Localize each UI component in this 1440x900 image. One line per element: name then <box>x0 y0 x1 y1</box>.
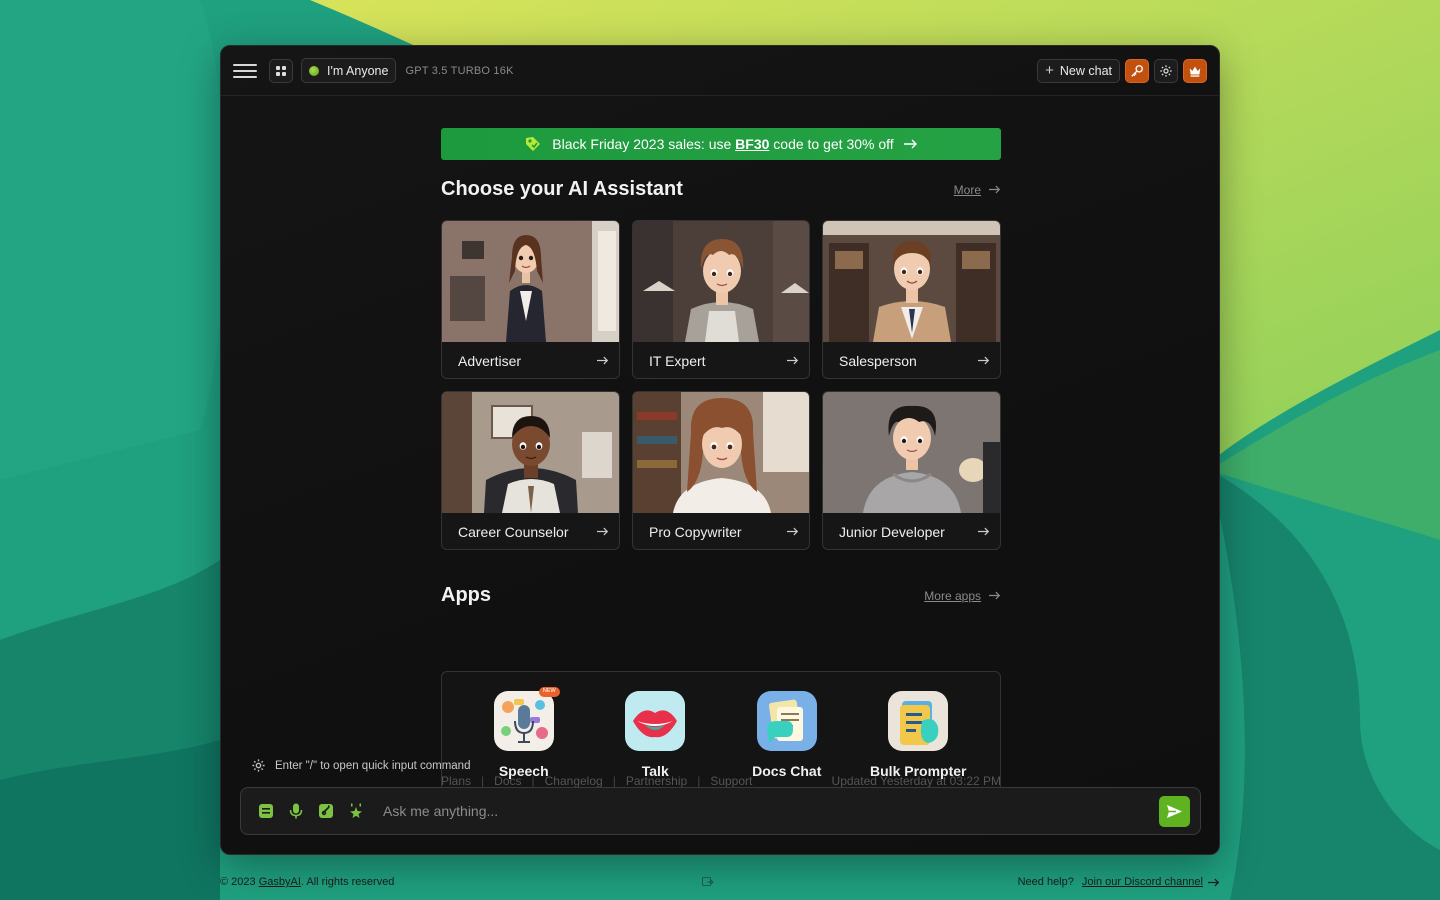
card-label: Junior Developer <box>839 523 945 540</box>
top-bar: I'm Anyone GPT 3.5 TURBO 16K + New chat <box>221 46 1219 96</box>
arrow-right-icon <box>989 591 1001 600</box>
talk-app-icon <box>625 691 686 751</box>
footer-link-partnership[interactable]: Partnership <box>626 774 687 788</box>
attach-icon[interactable] <box>317 802 335 820</box>
settings-button[interactable] <box>1154 58 1178 83</box>
assistants-header: Choose your AI Assistant More <box>441 178 1001 201</box>
send-button[interactable] <box>1159 795 1190 827</box>
gear-icon[interactable] <box>251 758 266 773</box>
promo-suffix: code to get 30% off <box>769 136 894 152</box>
persona-label: I'm Anyone <box>327 63 389 78</box>
arrow-right-icon <box>787 527 799 536</box>
arrow-right-icon <box>597 356 609 365</box>
help-prefix: Need help? <box>1017 876 1077 888</box>
more-assistants-link[interactable]: More <box>954 183 1001 197</box>
assistant-card-junior-developer[interactable]: Junior Developer <box>822 391 1001 550</box>
plus-icon: + <box>1045 62 1054 79</box>
card-label: Salesperson <box>839 352 917 369</box>
grid-icon <box>276 65 286 76</box>
promo-prefix: Black Friday 2023 sales: use <box>552 136 736 152</box>
apps-title: Apps <box>441 584 491 606</box>
assistant-card-advertiser[interactable]: Advertiser <box>441 220 620 379</box>
speech-app-icon: NEW <box>493 687 560 751</box>
key-icon <box>1131 64 1143 77</box>
arrow-right-icon <box>787 356 799 365</box>
footer-link-changelog[interactable]: Changelog <box>545 774 603 788</box>
pro-copywriter-avatar-image <box>633 392 809 513</box>
assistant-card-pro-copywriter[interactable]: Pro Copywriter <box>632 391 810 550</box>
menu-icon[interactable] <box>233 59 257 83</box>
it-expert-avatar-image <box>633 221 809 342</box>
footer-link-docs[interactable]: Docs <box>494 774 521 788</box>
theme-toggle-icon[interactable] <box>702 877 714 890</box>
footer-link-plans[interactable]: Plans <box>441 774 471 788</box>
discord-link[interactable]: Join our Discord channel <box>1082 876 1203 888</box>
new-chat-label: New chat <box>1059 63 1112 78</box>
api-key-button[interactable] <box>1125 58 1149 83</box>
arrow-right-icon <box>1208 878 1220 886</box>
assistant-card-career-counselor[interactable]: Career Counselor <box>441 391 620 550</box>
arrow-right-icon <box>978 527 990 536</box>
assistant-card-salesperson[interactable]: Salesperson <box>822 220 1001 379</box>
footer-link-support[interactable]: Support <box>710 774 752 788</box>
crown-icon <box>1189 66 1201 77</box>
arrow-right-icon <box>597 527 609 536</box>
career-counselor-avatar-image <box>442 392 619 513</box>
new-badge: NEW <box>538 687 560 697</box>
model-label[interactable]: GPT 3.5 TURBO 16K <box>405 65 513 77</box>
app-window: I'm Anyone GPT 3.5 TURBO 16K + New chat <box>220 45 1220 855</box>
more-apps-label: More apps <box>924 588 981 603</box>
apps-grid-button[interactable] <box>269 58 293 83</box>
quick-hint-text: Enter "/" to open quick input command <box>275 759 471 772</box>
assistant-card-it-expert[interactable]: IT Expert <box>632 220 810 379</box>
arrow-right-icon <box>978 356 990 365</box>
junior-developer-avatar-image <box>823 392 1000 513</box>
chat-input-bar <box>240 787 1201 835</box>
more-apps-link[interactable]: More apps <box>924 589 1001 603</box>
more-label: More <box>953 182 981 197</box>
assistants-title: Choose your AI Assistant <box>441 178 683 200</box>
arrow-right-icon <box>903 139 918 149</box>
docs-chat-app-icon <box>756 691 817 751</box>
promo-code: BF30 <box>735 136 770 152</box>
persona-selector[interactable]: I'm Anyone <box>301 58 397 83</box>
persona-status-icon <box>309 65 319 76</box>
card-label: Career Counselor <box>458 523 569 540</box>
chat-input[interactable] <box>383 803 1159 819</box>
apps-header: Apps More apps <box>441 584 1001 607</box>
promo-banner[interactable]: Black Friday 2023 sales: use BF30 code t… <box>441 128 1001 160</box>
advertiser-avatar-image <box>442 221 619 342</box>
bulk-prompter-app-icon <box>888 691 949 751</box>
updated-timestamp: Updated Yesterday at 03:22 PM <box>831 774 1001 788</box>
premium-button[interactable] <box>1183 58 1207 83</box>
card-label: Advertiser <box>458 352 522 369</box>
copyright: © 2023 GasbyAI. All rights reserved <box>220 876 395 888</box>
tag-icon <box>524 135 542 153</box>
assistant-cards: Advertiser IT Expert Salesperson Career … <box>441 220 1001 550</box>
microphone-icon[interactable] <box>287 802 305 820</box>
quick-input-hint: Enter "/" to open quick input command <box>251 758 470 773</box>
new-chat-button[interactable]: + New chat <box>1037 58 1120 83</box>
page-footer: © 2023 GasbyAI. All rights reserved Need… <box>220 876 1220 888</box>
send-icon <box>1167 804 1182 818</box>
salesperson-avatar-image <box>823 221 1000 342</box>
footer-links: Plans | Docs | Changelog | Partnership | Sup… <box>441 774 1001 788</box>
prompt-library-icon[interactable] <box>257 802 275 820</box>
gear-icon <box>1160 64 1172 77</box>
card-label: Pro Copywriter <box>649 523 742 540</box>
card-label: IT Expert <box>649 352 706 369</box>
arrow-right-icon <box>989 185 1001 194</box>
magic-icon[interactable] <box>347 802 365 820</box>
brand-link[interactable]: GasbyAI <box>259 876 301 888</box>
